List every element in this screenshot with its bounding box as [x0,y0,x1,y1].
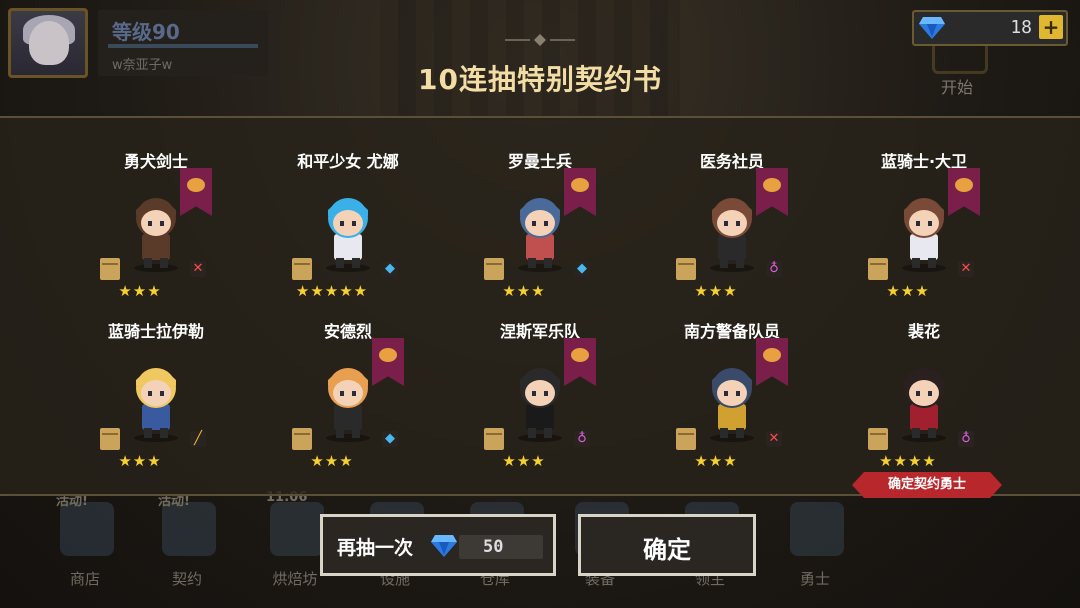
hero-card[interactable]: 裴花 ♁ ★★★★ [828,288,1020,470]
hero-card[interactable]: 蓝骑士拉伊勒 ╱ ★★★ [60,288,252,470]
star-rating: ★★★ [118,452,162,470]
hero-sprite [326,368,370,442]
hero-sprite [326,198,370,272]
hero-sprite [902,368,946,442]
diamond-icon [919,17,945,39]
confirm-hero-tag: 确定契约勇士 [852,472,1002,498]
hero-name: 罗曼士兵 [507,152,572,171]
staff-icon: ♁ [574,431,590,447]
hero-sprite [518,368,562,442]
scroll-icon [484,258,504,280]
star-rating: ★★★ [694,452,738,470]
nav-icon [270,502,324,556]
player-level: 等级90 [112,20,180,44]
scroll-icon [100,258,120,280]
star-rating: ★★★ [502,452,546,470]
scroll-icon [484,428,504,450]
nav-icon [60,502,114,556]
scroll-icon [100,428,120,450]
gem-counter: 18 + [912,10,1068,46]
confirm-button[interactable]: 确定 [578,514,756,576]
hero-name: 蓝骑士·大卫 [880,152,968,171]
hero-sprite [902,198,946,272]
results-panel: 勇犬剑士 ✕ ★★★ 和平少女 尤娜 ◆ ★★★★★ 罗曼士兵 ◆ ★★★ 医务社员 ♁ ★★★ 蓝骑士… [0,116,1080,496]
hero-card[interactable]: 南方警备队员 ✕ ★★★ [636,288,828,470]
hero-name: 蓝骑士拉伊勒 [107,322,204,341]
nav-icon [162,502,216,556]
title-ornament [505,34,575,46]
confirm-label: 确定 [643,536,691,564]
hero-name: 和平少女 尤娜 [297,152,399,171]
hero-sprite [134,198,178,272]
nav-item: 活动! 商店 [30,492,140,608]
hero-card[interactable]: 蓝骑士·大卫 ✕ ★★★ [828,118,1020,300]
sword-icon: ✕ [766,431,782,447]
scroll-icon [292,428,312,450]
redraw-cost: 50 [483,537,504,557]
redraw-button[interactable]: 再抽一次 50 [320,514,556,576]
nav-label: 商店 [69,570,100,588]
hero-name: 裴花 [907,322,940,341]
hero-name: 安德烈 [323,322,372,341]
hero-card[interactable]: 罗曼士兵 ◆ ★★★ [444,118,636,300]
nav-label: 契约 [171,570,202,588]
scroll-icon [868,258,888,280]
hero-card[interactable]: 和平少女 尤娜 ◆ ★★★★★ [252,118,444,300]
nav-item: 活动! 契约 [132,492,242,608]
hero-card[interactable]: 安德烈 ◆ ★★★ [252,288,444,470]
nav-icon [790,502,844,556]
hero-name: 南方警备队员 [683,322,780,341]
hero-card[interactable]: 勇犬剑士 ✕ ★★★ [60,118,252,300]
sword-icon: ✕ [190,261,206,277]
hero-card[interactable]: 涅斯军乐队 ♁ ★★★ [444,288,636,470]
axe-icon: ◆ [382,261,398,277]
scroll-icon [676,258,696,280]
sword-icon: ✕ [958,261,974,277]
redraw-label: 再抽一次 [337,537,414,559]
nav-item: 勇士 [760,492,870,608]
hero-sprite [518,198,562,272]
hero-name: 勇犬剑士 [123,152,188,171]
hero-sprite [710,198,754,272]
hero-card[interactable]: 医务社员 ♁ ★★★ [636,118,828,300]
add-gems-button[interactable]: + [1039,15,1063,39]
hero-sprite [710,368,754,442]
exp-bar [108,44,258,48]
page-title: 10连抽特别契约书 [418,63,662,96]
star-rating: ★★★ [310,452,354,470]
wand-icon: ╱ [190,431,206,447]
staff-icon: ♁ [958,431,974,447]
nav-label: 勇士 [799,570,830,588]
star-rating: ★★★★ [879,452,937,470]
gem-count: 18 [1010,17,1032,38]
axe-icon: ◆ [574,261,590,277]
scroll-icon [292,258,312,280]
scroll-icon [868,428,888,450]
diamond-icon [431,535,457,557]
axe-icon: ◆ [382,431,398,447]
hero-name: 涅斯军乐队 [499,322,580,341]
hero-sprite [134,368,178,442]
hero-name: 医务社员 [699,152,764,171]
scroll-icon [676,428,696,450]
staff-icon: ♁ [766,261,782,277]
